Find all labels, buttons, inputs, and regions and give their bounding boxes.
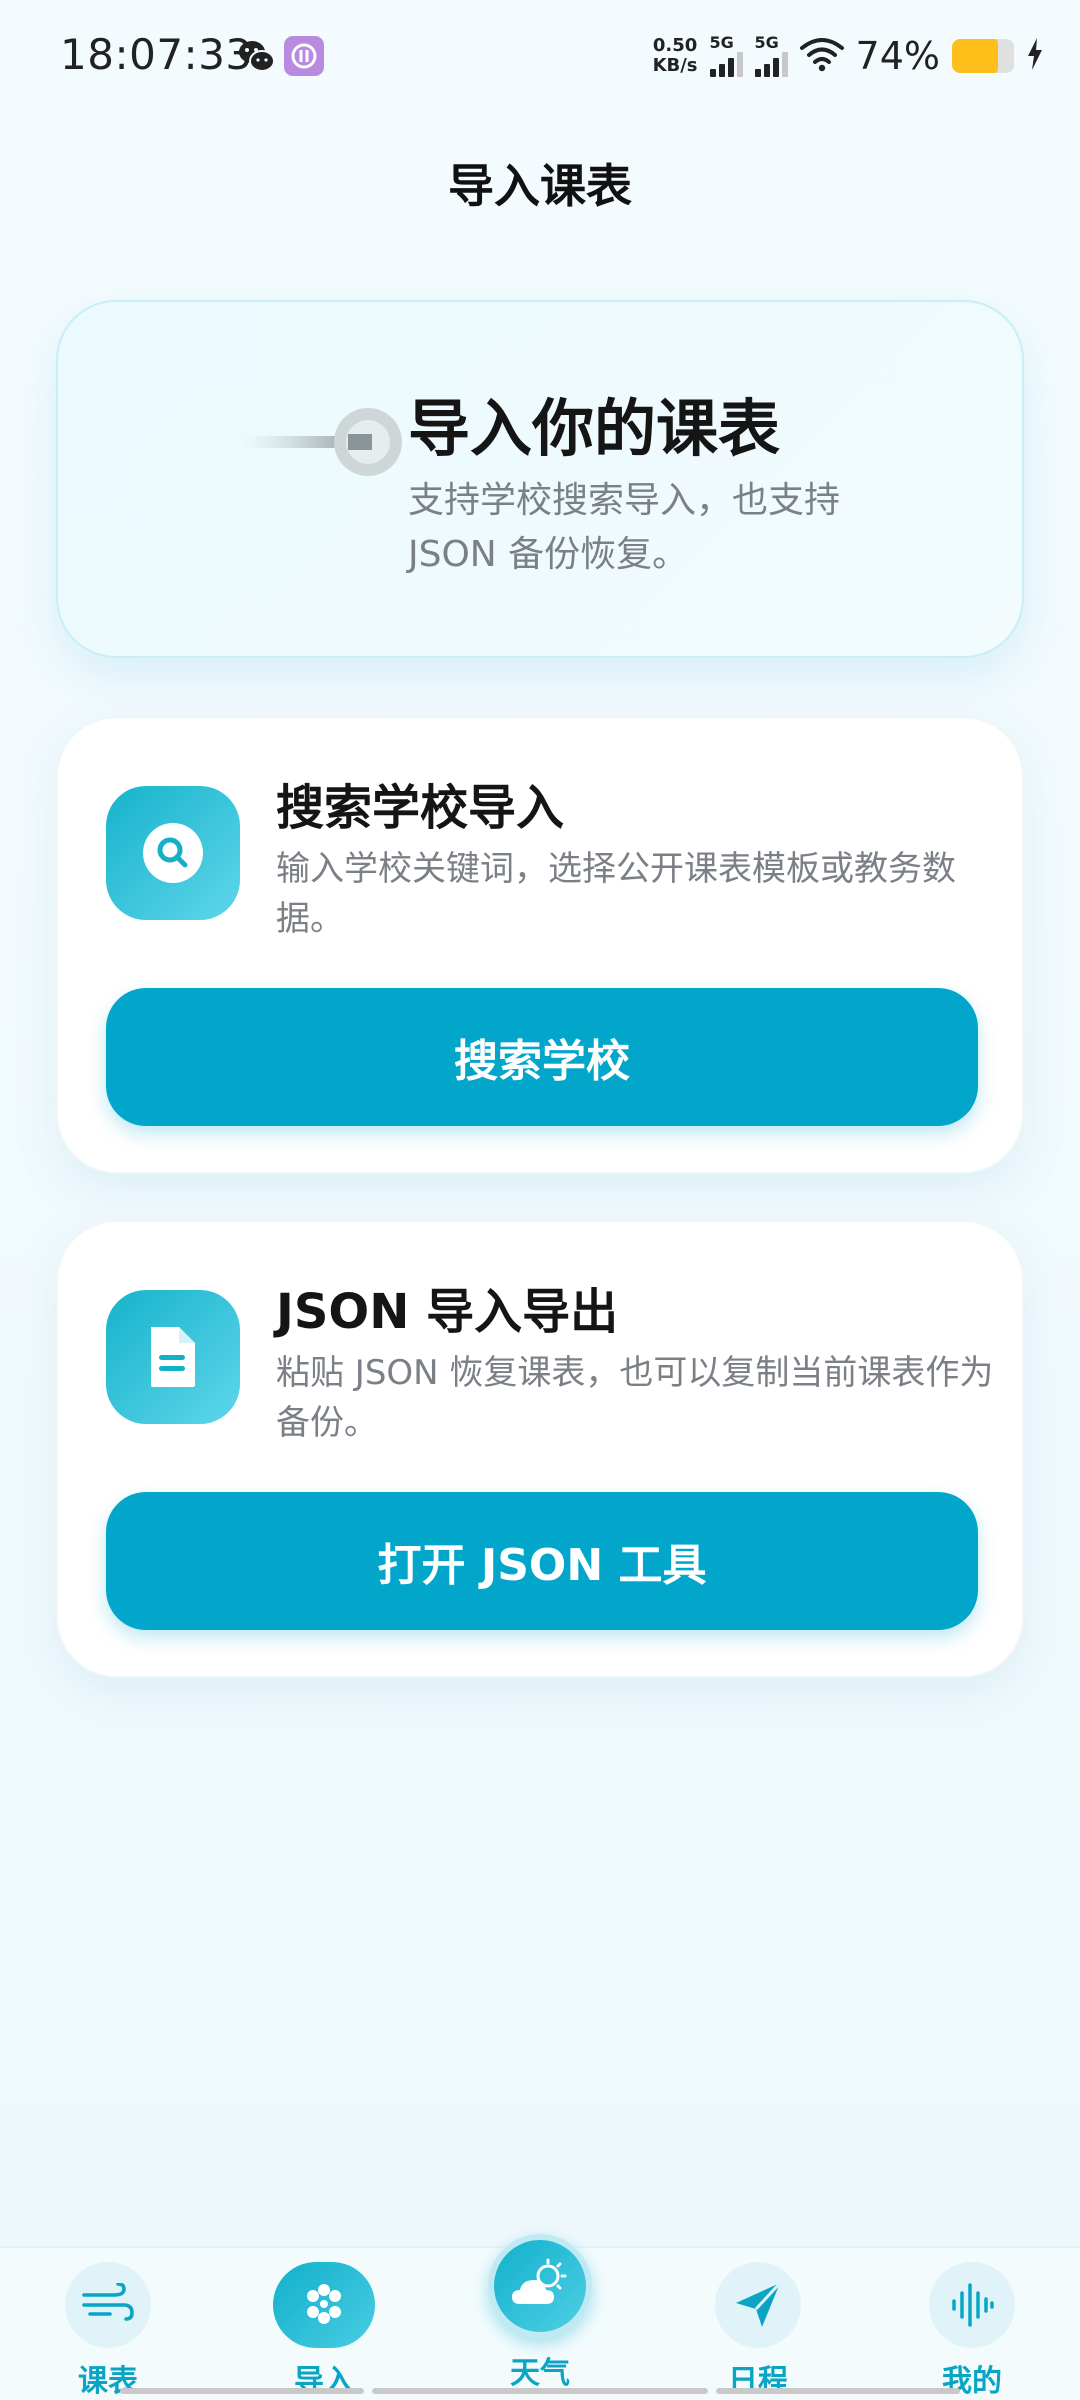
status-time: 18:07:33 <box>60 30 253 79</box>
search-card-title: 搜索学校导入 <box>276 780 565 836</box>
signal-bars-icon <box>754 51 788 77</box>
search-icon <box>106 786 240 920</box>
json-card-title: JSON 导入导出 <box>276 1284 619 1340</box>
signal-sim1: 5G <box>709 33 743 77</box>
open-json-tool-button[interactable]: 打开 JSON 工具 <box>106 1492 978 1630</box>
nav-item-weather[interactable] <box>488 2234 592 2338</box>
dots-grid-icon <box>273 2262 375 2348</box>
nav-item-import[interactable]: 导入 <box>264 2262 384 2400</box>
hero-description: 支持学校搜索导入，也支持 JSON 备份恢复。 <box>408 480 841 575</box>
wechat-icon <box>236 36 276 76</box>
nav-item-schedule[interactable]: 课表 <box>48 2262 168 2400</box>
json-card-description: 粘贴 JSON 恢复课表，也可以复制当前课表作为备份。 <box>276 1353 994 1443</box>
sim2-label: 5G <box>754 33 779 52</box>
home-indicator <box>716 2388 960 2394</box>
search-school-button[interactable]: 搜索学校 <box>106 988 978 1126</box>
import-motion-icon <box>188 392 418 492</box>
status-indicators: 0.50 KB/s 5G 5G 74% <box>653 28 1044 84</box>
network-speed: 0.50 KB/s <box>653 36 698 76</box>
home-indicator <box>372 2388 708 2394</box>
document-icon <box>106 1290 240 1424</box>
search-school-card: 搜索学校导入 输入学校关键词，选择公开课表模板或教务数据。 搜索学校 <box>56 716 1024 1174</box>
sim1-label: 5G <box>709 33 734 52</box>
json-import-export-card: JSON 导入导出 粘贴 JSON 恢复课表，也可以复制当前课表作为备份。 打开… <box>56 1220 1024 1678</box>
signal-bars-icon <box>709 51 743 77</box>
battery-percent: 74% <box>855 34 940 78</box>
nav-item-profile[interactable]: 我的 <box>912 2262 1032 2400</box>
page-title: 导入课表 <box>448 159 632 213</box>
bottom-nav: 课表 导入 天气 日程 我的 <box>0 2234 1080 2400</box>
nav-item-agenda[interactable]: 日程 <box>698 2262 818 2400</box>
network-speed-value: 0.50 <box>652 35 698 56</box>
signal-sim2: 5G <box>754 33 788 77</box>
home-indicator <box>120 2388 364 2394</box>
send-icon <box>715 2262 801 2348</box>
hero-title: 导入你的课表 <box>408 392 781 465</box>
network-speed-unit: KB/s <box>652 55 698 76</box>
hero-card: 导入你的课表 支持学校搜索导入，也支持 JSON 备份恢复。 <box>56 300 1024 658</box>
charging-icon <box>1026 37 1044 75</box>
battery-level-fill <box>952 39 998 73</box>
wind-icon <box>65 2262 151 2348</box>
app-notification-icon <box>284 36 324 76</box>
wifi-icon <box>799 36 844 76</box>
status-bar: 18:07:33 0.50 KB/s 5G 5G 74% <box>0 0 1080 112</box>
battery-icon <box>952 39 1014 73</box>
soundwave-icon <box>929 2262 1015 2348</box>
weather-icon <box>512 2258 567 2304</box>
nav-label-weather: 天气 <box>510 2356 570 2391</box>
search-card-description: 输入学校关键词，选择公开课表模板或教务数据。 <box>276 849 956 939</box>
